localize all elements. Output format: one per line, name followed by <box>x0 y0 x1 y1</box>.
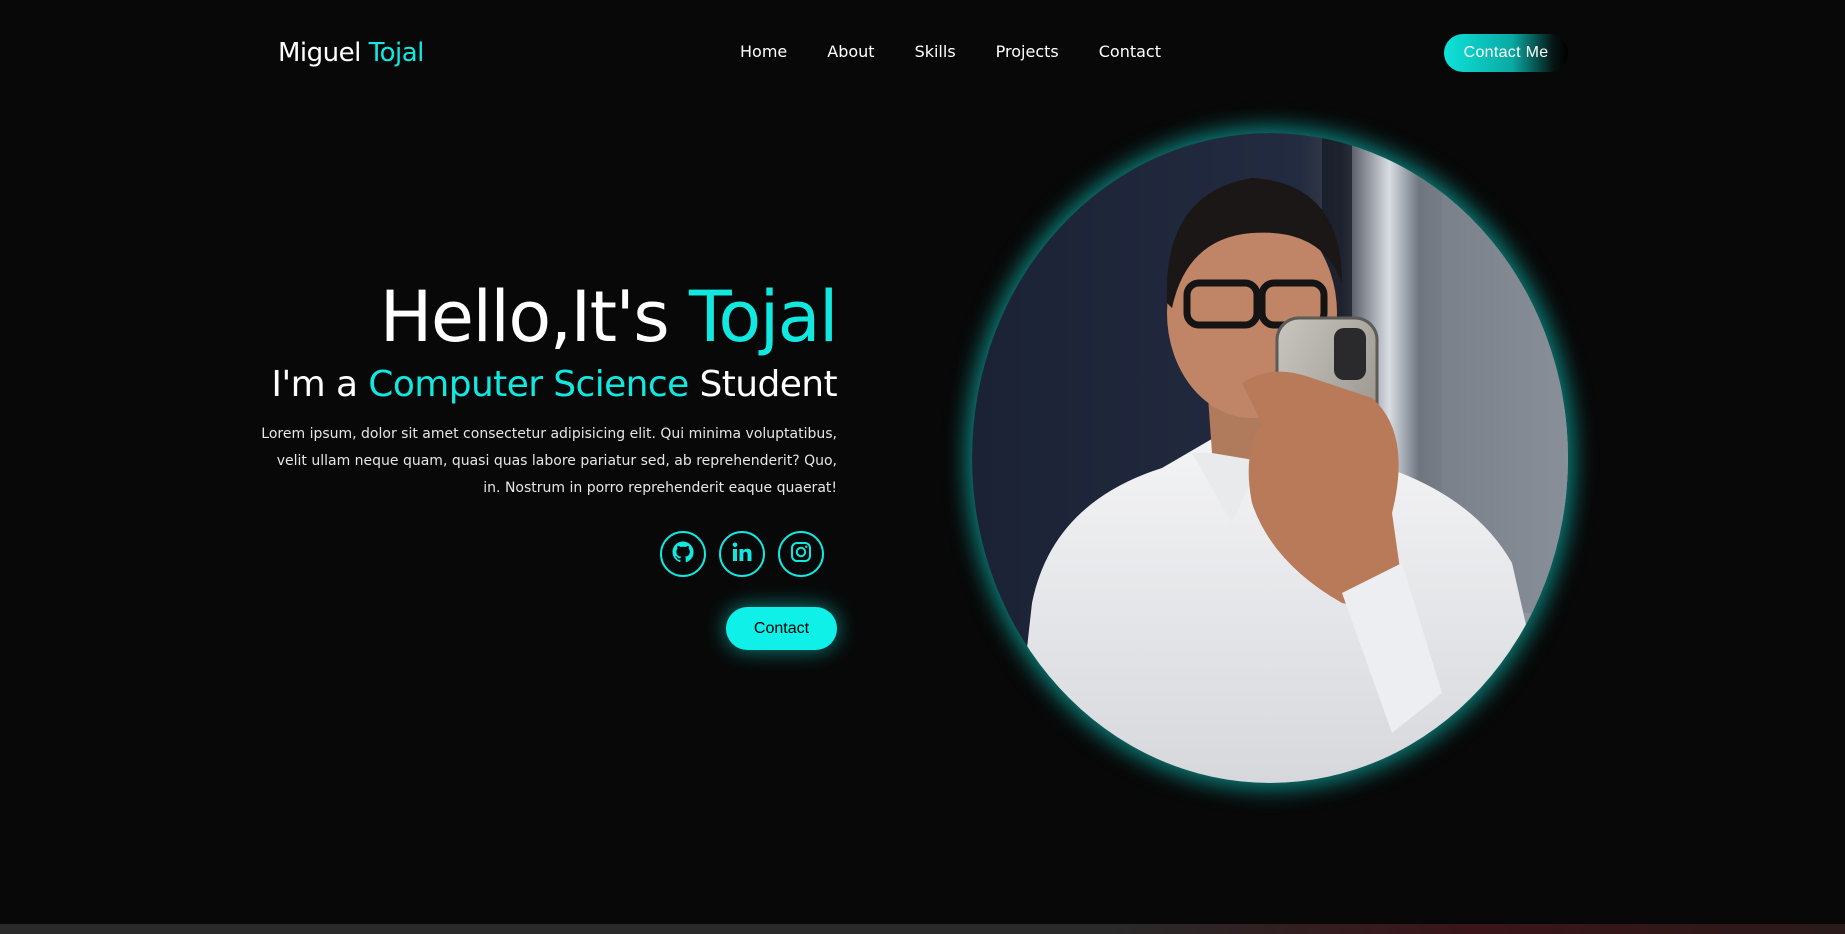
profile-photo <box>972 133 1568 783</box>
page: Miguel Tojal Home About Skills Projects … <box>0 0 1845 934</box>
bottom-bar <box>0 924 1845 934</box>
github-link[interactable] <box>660 531 706 577</box>
hero-name: Tojal <box>689 276 838 358</box>
hero-subtitle: I'm a Computer Science Student <box>260 364 837 405</box>
hero-sub-suffix: Student <box>699 364 837 405</box>
linkedin-icon <box>730 540 754 568</box>
hero-title: Hello,It's Tojal <box>260 282 839 352</box>
instagram-icon <box>789 540 813 568</box>
linkedin-link[interactable] <box>719 531 765 577</box>
nav-home[interactable]: Home <box>740 42 787 61</box>
hero-sub-prefix: I'm a <box>271 364 358 405</box>
instagram-link[interactable] <box>778 531 824 577</box>
contact-me-button[interactable]: Contact Me <box>1444 34 1568 72</box>
nav-projects[interactable]: Projects <box>996 42 1059 61</box>
hero-text: Hello,It's Tojal I'm a Computer Science … <box>260 282 839 502</box>
main-nav: Home About Skills Projects Contact <box>740 42 1161 61</box>
hero-description: Lorem ipsum, dolor sit amet consectetur … <box>261 426 837 496</box>
logo-first-name: Miguel <box>278 38 361 68</box>
site-logo[interactable]: Miguel Tojal <box>278 38 424 68</box>
nav-about[interactable]: About <box>827 42 874 61</box>
hero-greeting: Hello,It's <box>379 276 670 358</box>
github-icon <box>671 540 695 568</box>
logo-last-name: Tojal <box>368 38 425 68</box>
nav-contact[interactable]: Contact <box>1099 42 1161 61</box>
nav-skills[interactable]: Skills <box>915 42 956 61</box>
social-links <box>660 531 824 577</box>
contact-button[interactable]: Contact <box>726 607 837 650</box>
profile-photo-illustration <box>972 133 1568 783</box>
hero-role: Computer Science <box>368 364 689 405</box>
